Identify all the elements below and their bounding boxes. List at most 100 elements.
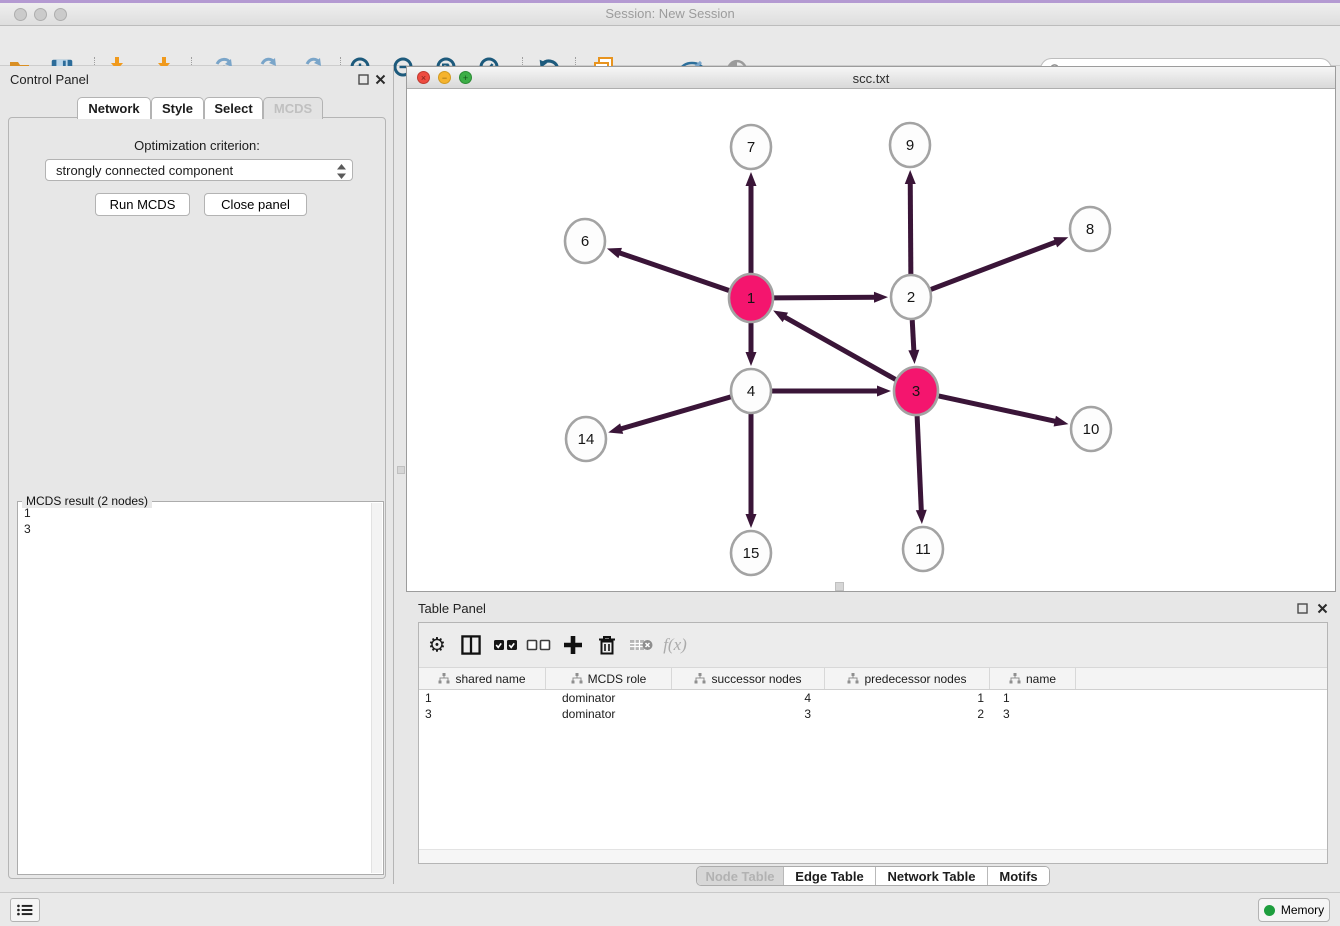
control-tab-style[interactable]: Style [151,97,204,119]
table-tab-edge-table[interactable]: Edge Table [783,867,875,886]
graph-node-1[interactable]: 1 [729,274,773,322]
column-header-mcds-role[interactable]: MCDS role [546,668,672,689]
close-table-panel-icon[interactable] [1316,602,1329,615]
criterion-select[interactable]: strongly connected component [45,159,353,181]
column-header-shared-name[interactable]: shared name [419,668,546,689]
graph-node-2[interactable]: 2 [891,275,931,319]
graph-edge-1-4[interactable] [746,323,757,366]
mcds-result-group: MCDS result (2 nodes) 13 [17,501,384,875]
graph-edge-1-7[interactable] [746,172,757,273]
table-panel-header: Table Panel [406,595,1340,621]
graph-node-6[interactable]: 6 [565,219,605,263]
graph-edge-2-3[interactable] [908,320,919,364]
graph-edge-3-11[interactable] [916,416,927,524]
table-cell[interactable]: dominator [546,690,672,706]
network-graph: 7 9 6 8 1 2 4 3 14 10 15 11 [407,89,1335,591]
graph-node-15[interactable]: 15 [731,531,771,575]
table-row[interactable]: 3dominator323 [419,706,1327,722]
delete-row-button[interactable] [598,635,616,655]
attribute-tree-icon [571,673,583,684]
graph-node-11[interactable]: 11 [903,527,943,571]
graph-node-4[interactable]: 4 [731,369,771,413]
column-header-successor-nodes[interactable]: successor nodes [672,668,825,689]
table-cell[interactable]: dominator [546,706,672,722]
window-top-accent [0,0,1340,3]
result-scrollbar[interactable] [371,503,382,873]
graph-node-label: 10 [1083,421,1100,438]
table-cell[interactable]: 1 [825,690,990,706]
column-header-label: successor nodes [711,672,801,686]
network-view-window: × − + scc.txt 7968124314101511 [406,66,1336,592]
table-cell[interactable]: 2 [825,706,990,722]
graph-node-8[interactable]: 8 [1070,207,1110,251]
delete-table-button[interactable] [629,637,653,653]
graph-node-label: 4 [747,383,755,400]
select-all-button[interactable] [493,638,519,652]
split-divider-grip[interactable] [397,466,405,474]
column-header-label: shared name [455,672,525,686]
deselect-all-button[interactable] [526,638,552,652]
graph-node-9[interactable]: 9 [890,123,930,167]
graph-edge-4-15[interactable] [746,414,757,528]
column-header-name[interactable]: name [990,668,1076,689]
graph-edge-4-3[interactable] [772,386,891,397]
graph-edge-3-1[interactable] [773,310,895,379]
close-panel-icon[interactable] [374,73,387,86]
graph-edge-1-2[interactable] [774,292,888,303]
criterion-value: strongly connected component [56,163,233,178]
close-panel-button[interactable]: Close panel [204,193,307,216]
table-panel-title: Table Panel [418,601,486,616]
table-row[interactable]: 1dominator411 [419,690,1327,706]
mcds-result-text[interactable]: 13 [20,505,369,872]
graph-node-3[interactable]: 3 [894,367,938,415]
table-cell[interactable]: 1 [990,690,1076,706]
table-cell[interactable]: 4 [672,690,825,706]
control-tab-mcds[interactable]: MCDS [263,97,323,119]
mcds-tab-content: Optimization criterion: strongly connect… [8,117,386,879]
table-panel: Table Panel ⚙ [406,595,1340,886]
graph-node-label: 8 [1086,221,1094,238]
mcds-result-line: 3 [24,521,369,537]
table-settings-button[interactable]: ⚙ [428,633,446,658]
mcds-result-line: 1 [24,505,369,521]
graph-node-label: 9 [906,137,914,154]
network-canvas[interactable]: 7 9 6 8 1 2 4 3 14 10 15 11 [407,89,1335,591]
control-panel-header: Control Panel [0,66,393,92]
memory-button[interactable]: Memory [1258,898,1330,922]
table-tab-network-table[interactable]: Network Table [875,867,987,886]
select-stepper-icon [337,164,346,182]
graph-edge-1-6[interactable] [607,248,729,291]
attribute-tree-icon [694,673,706,684]
table-cell[interactable]: 3 [990,706,1076,722]
function-builder-button[interactable]: f(x) [663,635,687,655]
table-tab-node-table[interactable]: Node Table [697,867,783,886]
run-mcds-button[interactable]: Run MCDS [95,193,190,216]
graph-node-14[interactable]: 14 [566,417,606,461]
memory-status-dot [1264,905,1275,916]
graph-node-10[interactable]: 10 [1071,407,1111,451]
control-tab-network[interactable]: Network [77,97,151,119]
graph-edge-3-10[interactable] [939,396,1069,427]
table-hscrollbar[interactable] [419,849,1327,863]
show-columns-button[interactable] [461,635,482,656]
table-cell[interactable]: 1 [419,690,546,706]
table-cell[interactable]: 3 [419,706,546,722]
column-header-predecessor-nodes[interactable]: predecessor nodes [825,668,990,689]
table-tab-motifs[interactable]: Motifs [987,867,1049,886]
attribute-tree-icon [847,673,859,684]
task-history-button[interactable] [10,898,40,922]
float-table-panel-icon[interactable] [1296,602,1309,615]
optimization-criterion-label: Optimization criterion: [9,138,385,153]
graph-edge-4-14[interactable] [608,397,730,434]
canvas-divider-grip[interactable] [835,582,844,591]
control-tab-select[interactable]: Select [204,97,263,119]
add-row-button[interactable] [563,635,583,655]
graph-node-7[interactable]: 7 [731,125,771,169]
graph-edge-2-8[interactable] [931,237,1068,289]
float-panel-icon[interactable] [357,73,370,86]
status-bar: Memory [0,892,1340,926]
graph-node-label: 6 [581,233,589,250]
table-cell[interactable]: 3 [672,706,825,722]
graph-edge-2-9[interactable] [905,170,916,274]
trash-icon [598,635,616,655]
